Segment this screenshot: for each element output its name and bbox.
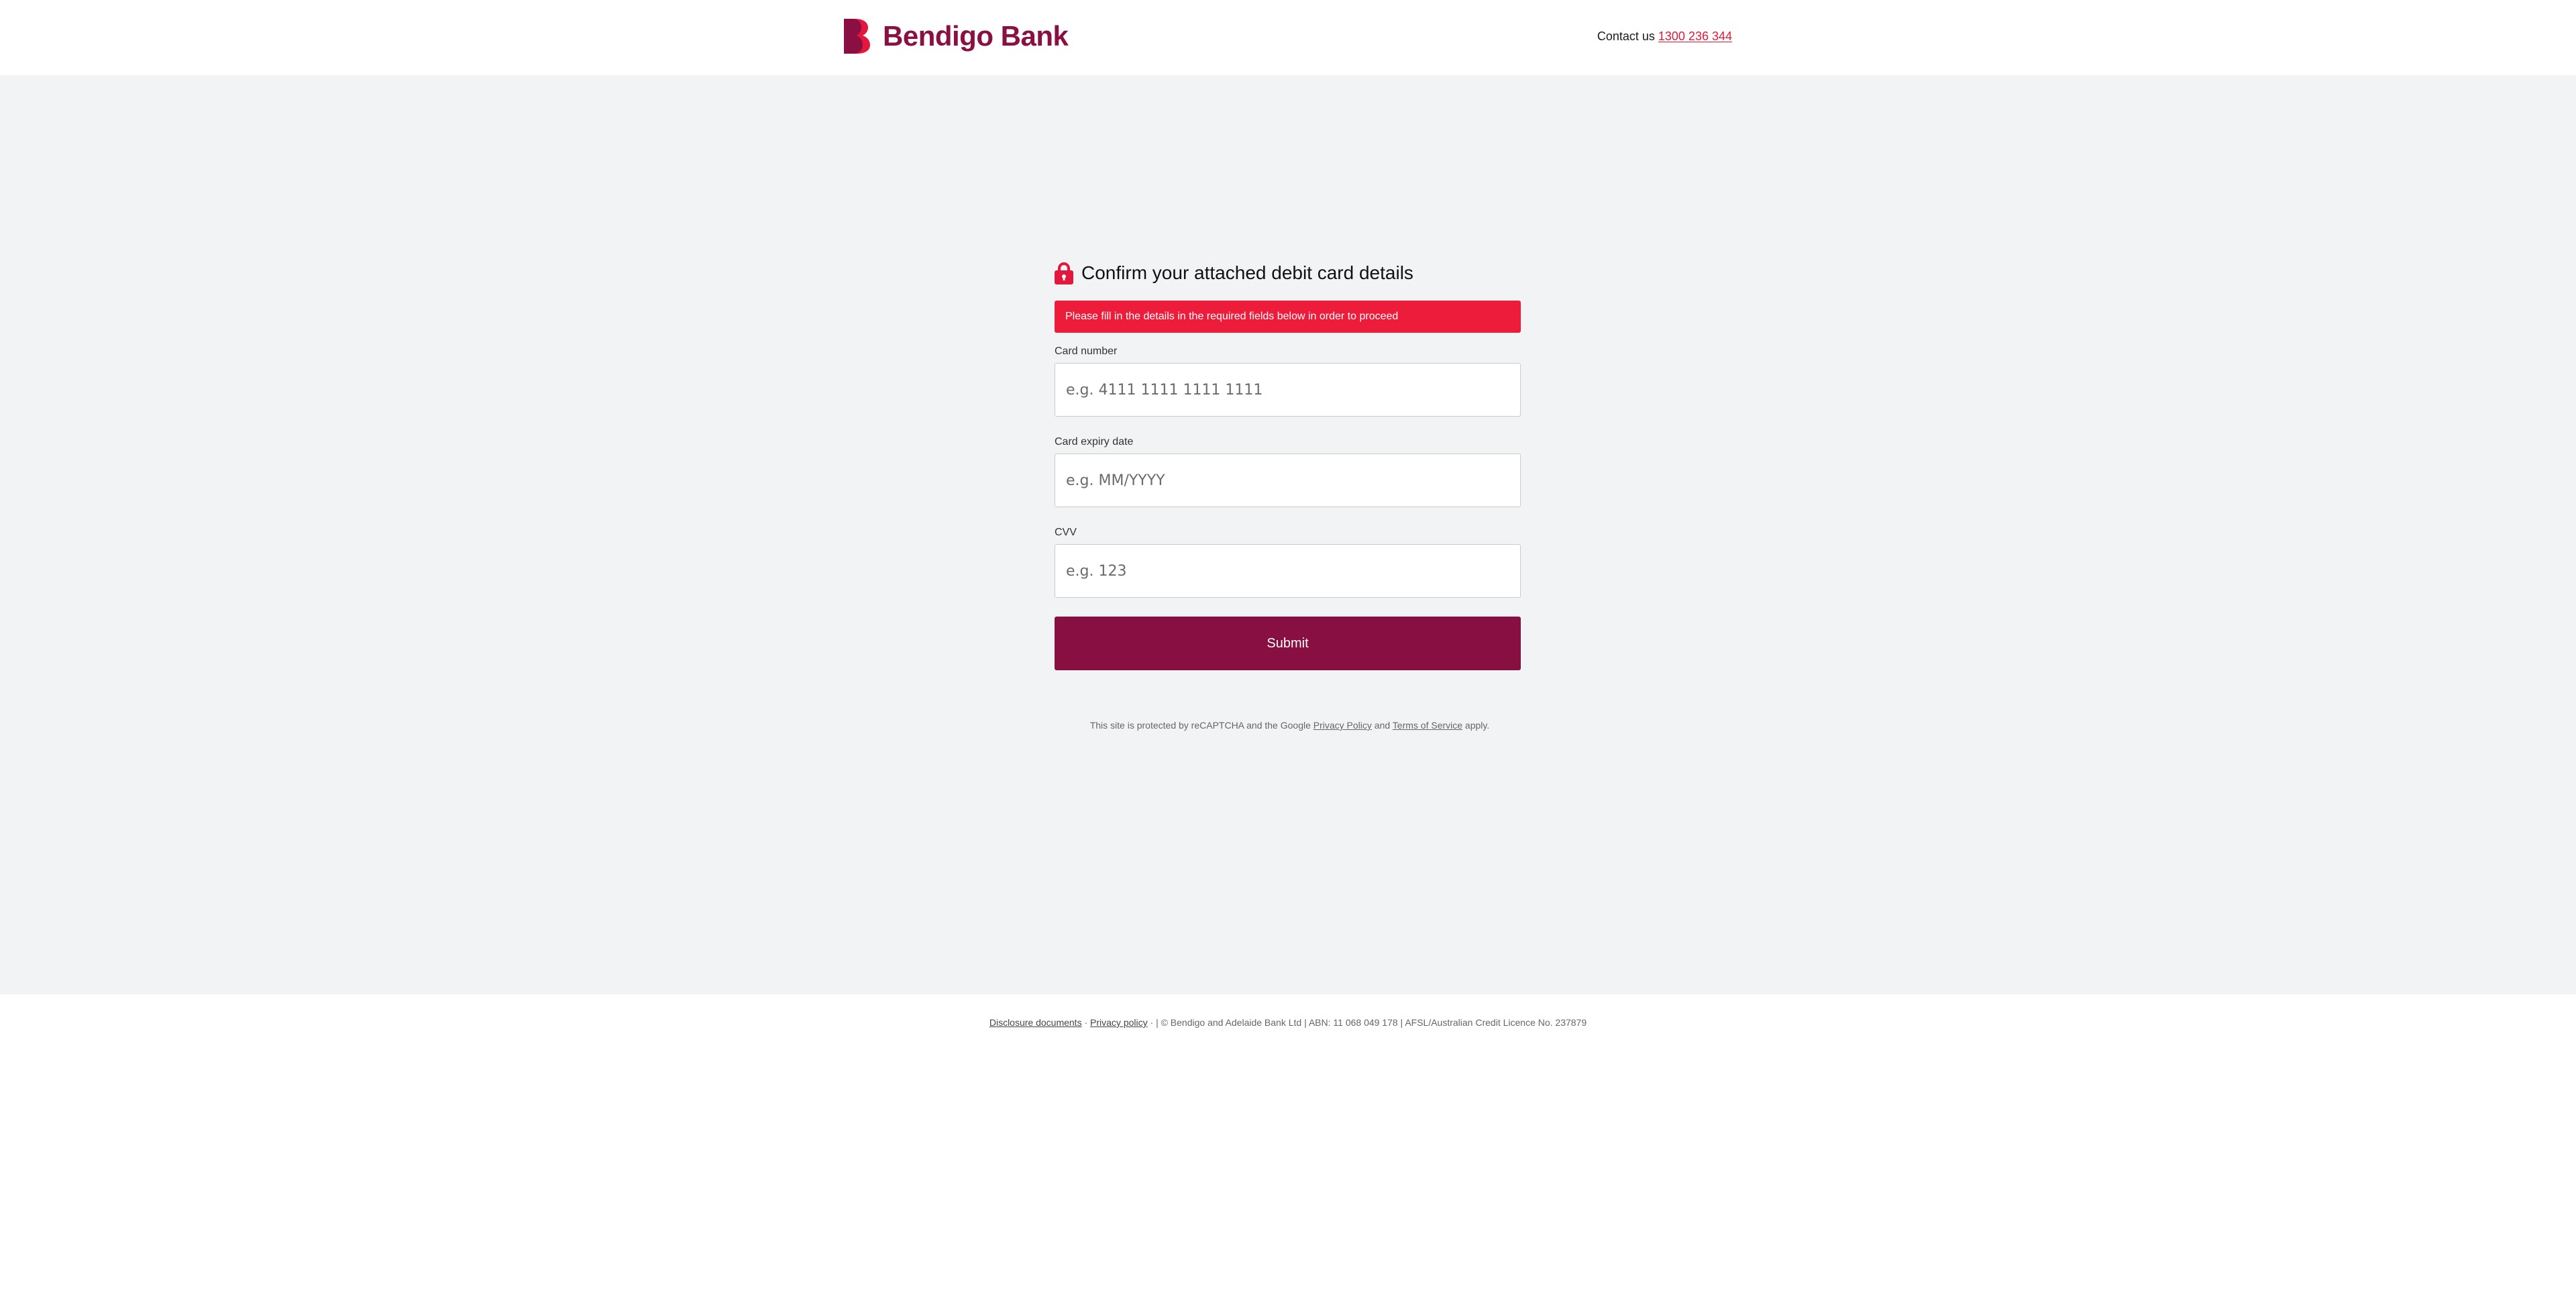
submit-button[interactable]: Submit — [1055, 617, 1521, 670]
lock-icon — [1055, 262, 1073, 284]
page: Bendigo Bank Contact us 1300 236 344 Con… — [0, 0, 2576, 1315]
card-number-input[interactable] — [1055, 363, 1521, 417]
disclosure-documents-link[interactable]: Disclosure documents — [989, 1017, 1082, 1028]
cvv-field: CVV — [1055, 526, 1521, 598]
footer-legal: Disclosure documents · Privacy policy · … — [0, 1016, 2576, 1029]
brand-name: Bendigo Bank — [883, 20, 1069, 52]
recaptcha-suffix: apply. — [1462, 720, 1490, 731]
site-footer: Disclosure documents · Privacy policy · … — [0, 994, 2576, 1315]
contact-label: Contact us — [1597, 30, 1655, 43]
footer-separator: · — [1081, 1017, 1091, 1028]
card-expiry-input[interactable] — [1055, 454, 1521, 507]
bendigo-b-logo-icon — [844, 19, 870, 54]
recaptcha-and: and — [1371, 720, 1393, 731]
recaptcha-notice: This site is protected by reCAPTCHA and … — [1055, 719, 1521, 732]
bendigo-bank-logo[interactable]: Bendigo Bank — [844, 19, 1069, 54]
recaptcha-prefix: This site is protected by reCAPTCHA and … — [1089, 720, 1313, 731]
card-details-form: Confirm your attached debit card details… — [1055, 260, 1521, 732]
footer-privacy-policy-link[interactable]: Privacy policy — [1090, 1017, 1148, 1028]
card-expiry-label: Card expiry date — [1055, 436, 1134, 448]
card-expiry-field: Card expiry date — [1055, 435, 1521, 507]
form-heading: Confirm your attached debit card details — [1055, 260, 1521, 286]
contact-phone-link[interactable]: 1300 236 344 — [1658, 30, 1732, 43]
card-number-label: Card number — [1055, 346, 1118, 357]
footer-legal-text: · | © Bendigo and Adelaide Bank Ltd | AB… — [1147, 1017, 1587, 1028]
google-privacy-policy-link[interactable]: Privacy Policy — [1313, 720, 1372, 731]
contact-info: Contact us 1300 236 344 — [1597, 28, 1732, 44]
error-alert: Please fill in the details in the requir… — [1055, 301, 1521, 333]
page-title: Confirm your attached debit card details — [1081, 262, 1413, 283]
cvv-label: CVV — [1055, 527, 1077, 538]
card-number-field: Card number — [1055, 345, 1521, 417]
site-header: Bendigo Bank Contact us 1300 236 344 — [0, 0, 2576, 75]
main-content: Confirm your attached debit card details… — [0, 75, 2576, 994]
cvv-input[interactable] — [1055, 544, 1521, 598]
google-terms-link[interactable]: Terms of Service — [1393, 720, 1462, 731]
